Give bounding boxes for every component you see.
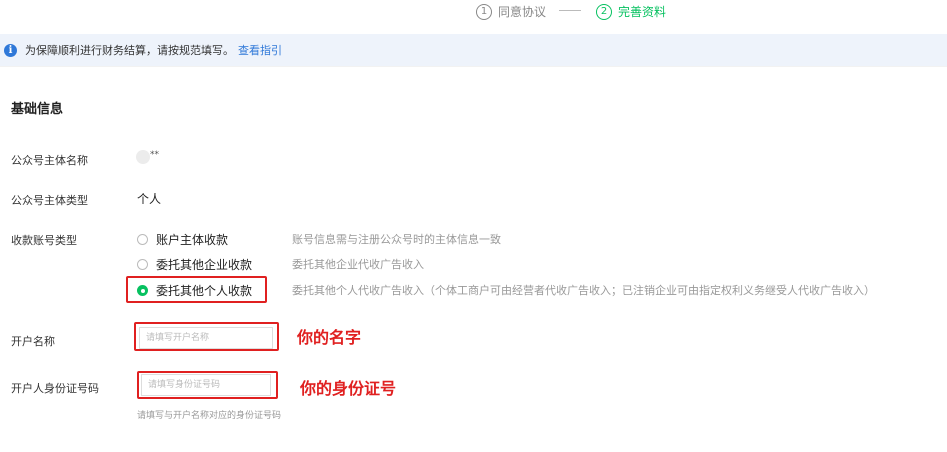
annotation-id: 你的身份证号 <box>300 379 397 398</box>
step-indicator: 1 同意协议 2 完善资料 <box>0 0 947 30</box>
account-name-label: 开户名称 <box>11 335 55 348</box>
radio-company-receive[interactable]: 委托其他企业收款 <box>137 256 252 273</box>
section-title: 基础信息 <box>11 102 64 117</box>
view-guide-link[interactable]: 查看指引 <box>238 42 282 58</box>
id-number-label: 开户人身份证号码 <box>11 382 99 395</box>
step-label: 同意协议 <box>498 5 547 19</box>
id-number-hint: 请填写与开户名称对应的身份证号码 <box>137 411 282 421</box>
info-icon: i <box>4 43 17 57</box>
step-label: 完善资料 <box>618 5 667 19</box>
radio-label: 委托其他企业收款 <box>156 258 253 272</box>
subject-type-label: 公众号主体类型 <box>11 194 88 207</box>
highlight-box <box>126 276 267 303</box>
subject-type-value: 个人 <box>137 192 162 206</box>
notice-text: 为保障顺利进行财务结算，请按规范填写。 <box>25 44 234 57</box>
step-number: 1 <box>476 3 492 20</box>
step-agree: 1 同意协议 <box>476 3 546 20</box>
step-complete-info: 2 完善资料 <box>596 3 666 20</box>
account-type-label: 收款账号类型 <box>11 234 77 247</box>
option-description: 委托其他个人代收广告收入（个体工商户可由经营者代收广告收入；已注销企业可由指定权… <box>292 284 875 297</box>
step-connector <box>559 10 581 11</box>
avatar <box>136 150 150 164</box>
step-number: 2 <box>596 3 612 20</box>
radio-self-receive[interactable]: 账户主体收款 <box>137 231 228 248</box>
annotation-name: 你的名字 <box>297 328 362 347</box>
subject-name-label: 公众号主体名称 <box>11 154 88 167</box>
subject-name-value: ** <box>150 150 159 160</box>
radio-button[interactable] <box>137 259 148 270</box>
radio-label: 账户主体收款 <box>156 233 229 247</box>
option-description: 账号信息需与注册公众号时的主体信息一致 <box>292 233 501 246</box>
highlight-box <box>137 371 278 399</box>
notice-bar: i 为保障顺利进行财务结算，请按规范填写。 查看指引 <box>0 34 947 66</box>
option-description: 委托其他企业代收广告收入 <box>292 258 424 271</box>
divider <box>0 66 947 67</box>
radio-button[interactable] <box>137 234 148 245</box>
highlight-box <box>134 322 279 351</box>
